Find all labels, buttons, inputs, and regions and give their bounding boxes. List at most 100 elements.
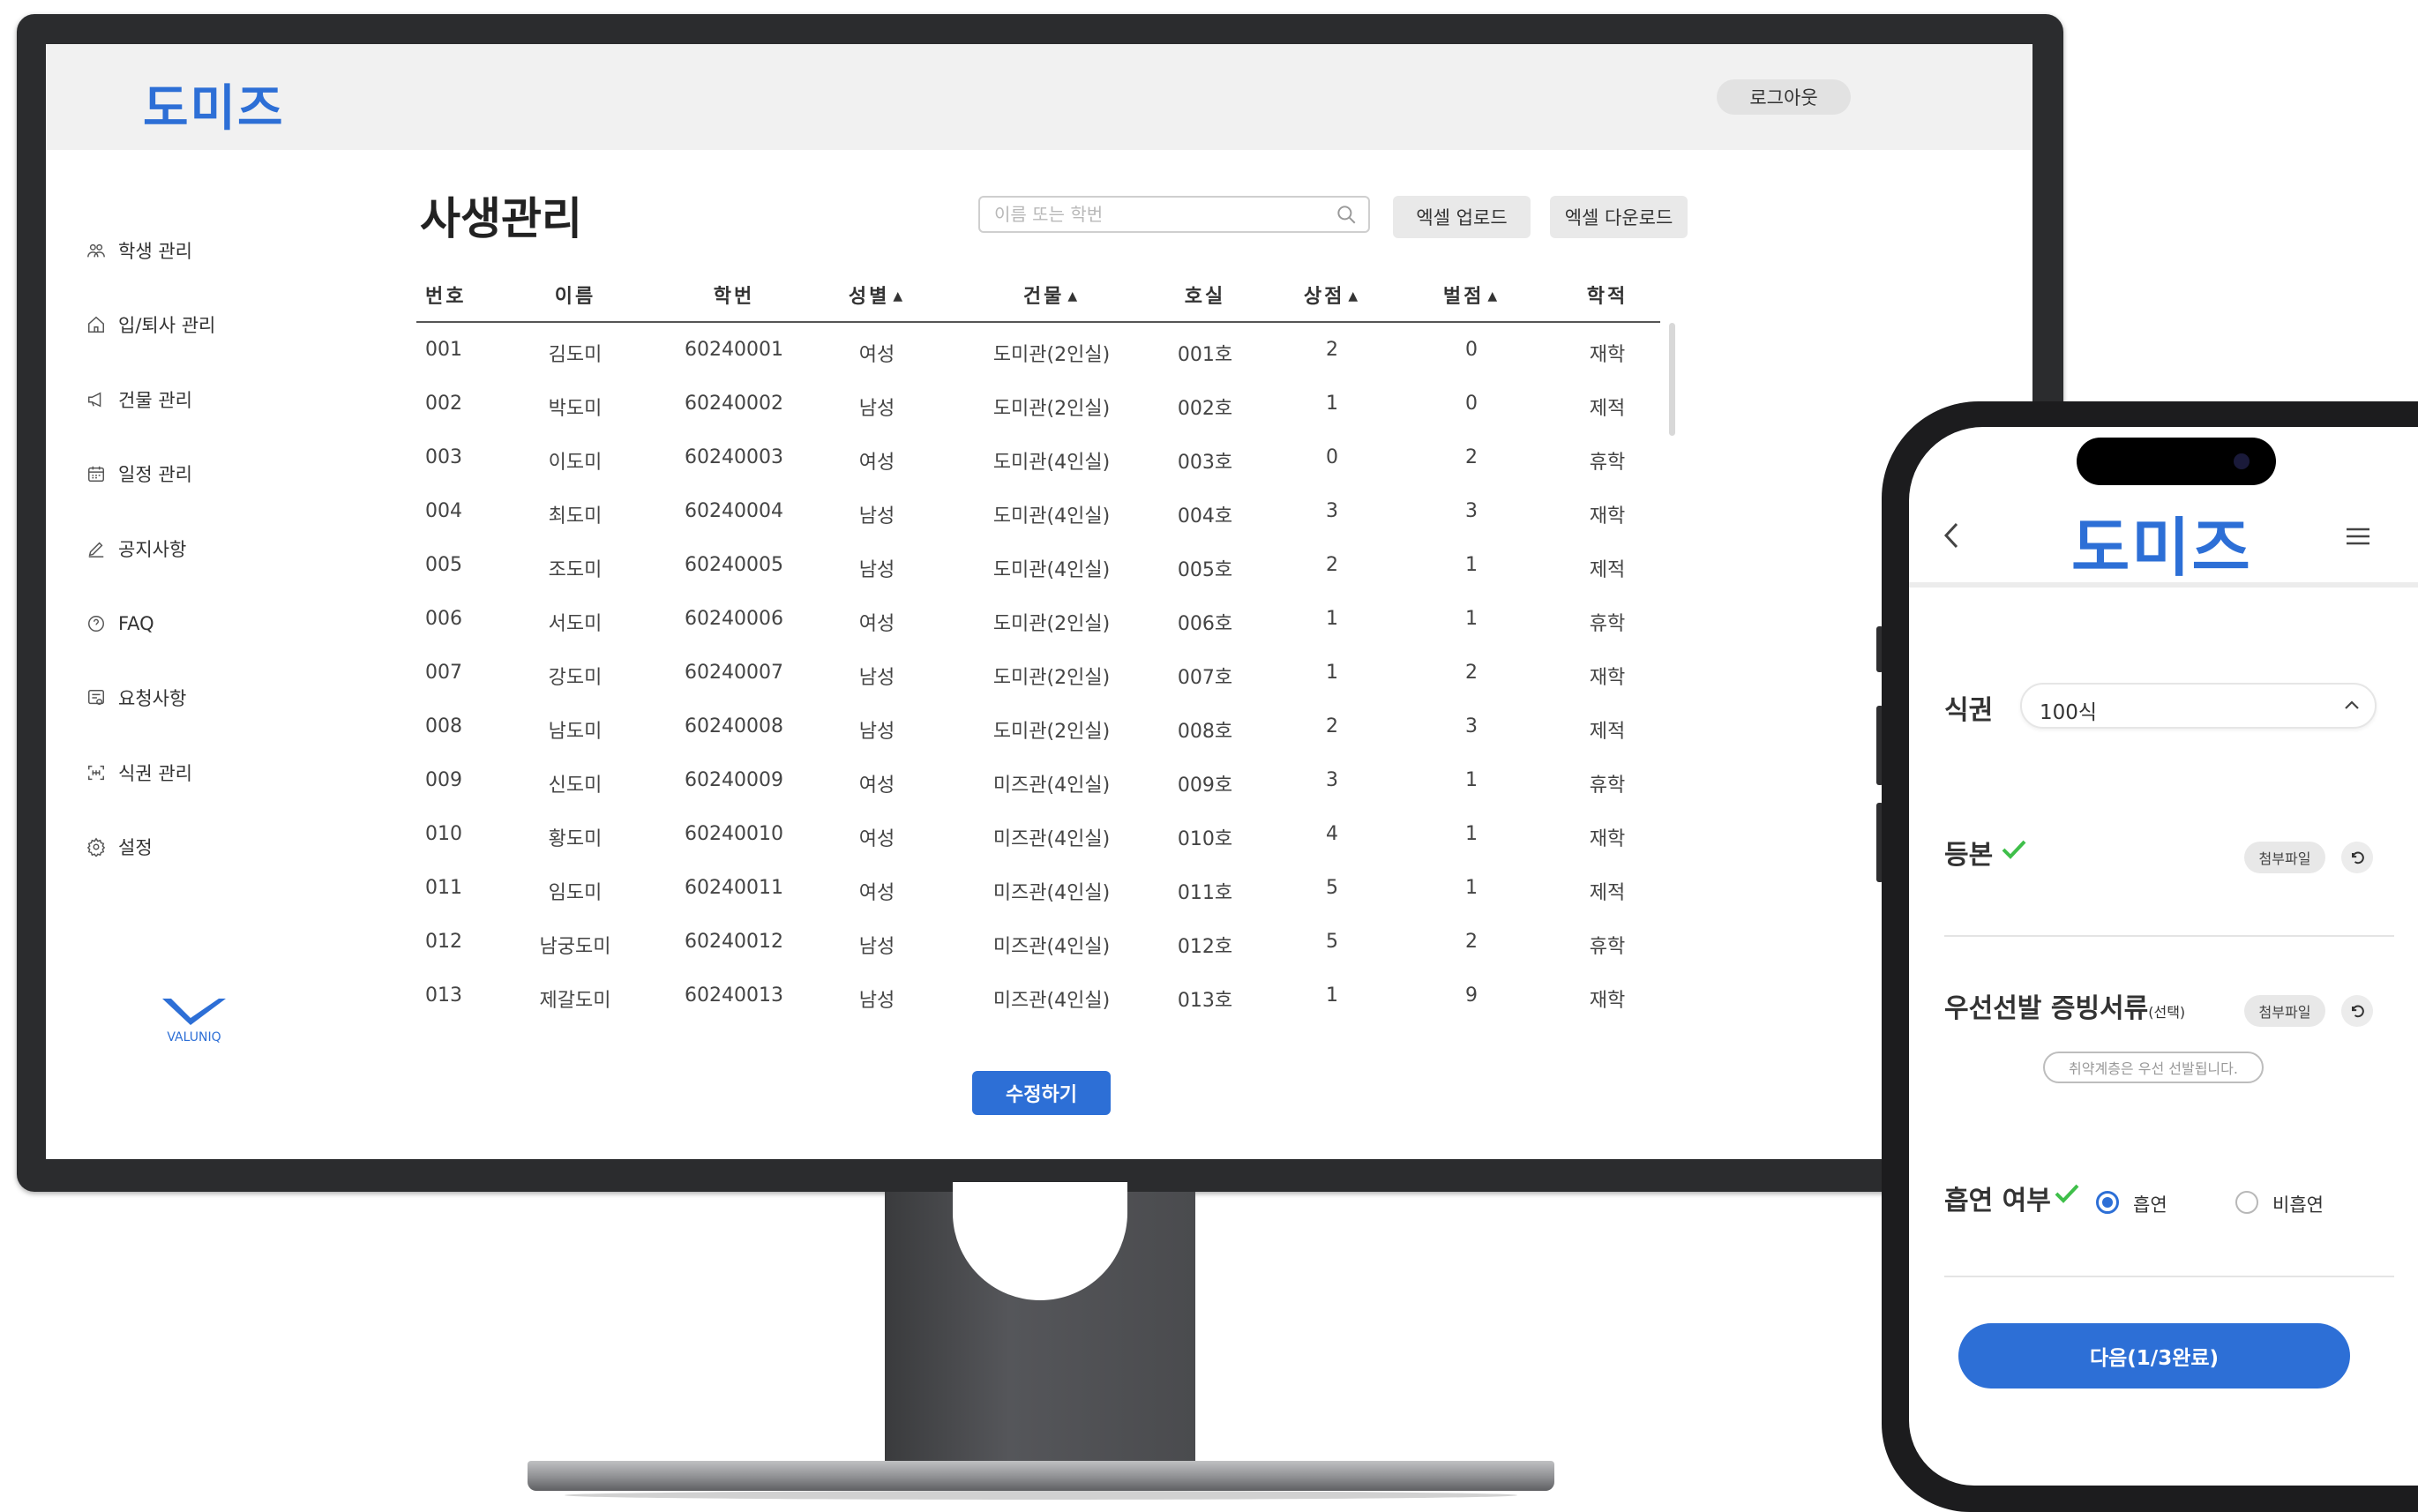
sidebar-item-settings[interactable]: 설정 bbox=[86, 829, 153, 865]
table-row[interactable]: 005 조도미 60240005 남성 도미관(4인실) 005호 2 1 제적 bbox=[416, 538, 1660, 592]
next-button[interactable]: 다음(1/3완료) bbox=[1958, 1323, 2350, 1388]
column-header-label: 상점 bbox=[1303, 286, 1345, 308]
cell-merit: 2 bbox=[1326, 715, 1338, 737]
priority-docs-reset-button[interactable] bbox=[2341, 995, 2373, 1027]
table-row[interactable]: 002 박도미 60240002 남성 도미관(2인실) 002호 1 0 제적 bbox=[416, 377, 1660, 430]
column-header-label: 건물 bbox=[1022, 286, 1065, 308]
sidebar-item-notice[interactable]: 공지사항 bbox=[86, 531, 186, 566]
cell-name: 강도미 bbox=[548, 667, 603, 689]
sidebar-item-faq[interactable]: FAQ bbox=[86, 606, 154, 641]
sidebar-item-label: 건물 관리 bbox=[118, 390, 192, 411]
cell-room: 009호 bbox=[1177, 775, 1233, 797]
table-row[interactable]: 010 황도미 60240010 여성 미즈관(4인실) 010호 4 1 재학 bbox=[416, 807, 1660, 861]
sidebar-item-label: FAQ bbox=[118, 613, 154, 634]
smoker-radio-label[interactable]: 흡연 bbox=[2133, 1191, 2167, 1217]
table-row[interactable]: 013 제갈도미 60240013 남성 미즈관(4인실) 013호 1 9 재학 bbox=[416, 969, 1660, 1022]
sidebar-item-building[interactable]: 건물 관리 bbox=[86, 382, 192, 417]
cell-building: 도미관(2인실) bbox=[992, 667, 1111, 689]
cell-building: 미즈관(4인실) bbox=[992, 990, 1111, 1012]
table-row[interactable]: 008 남도미 60240008 남성 도미관(2인실) 008호 2 3 제적 bbox=[416, 700, 1660, 753]
sidebar-item-requests[interactable]: 요청사항 bbox=[86, 680, 186, 715]
nonsmoker-radio-label[interactable]: 비흡연 bbox=[2272, 1191, 2324, 1217]
cell-status: 재학 bbox=[1589, 828, 1626, 850]
sidebar-item-meal-ticket[interactable]: 식권 관리 bbox=[86, 755, 192, 790]
column-header-label: 이름 bbox=[554, 286, 596, 308]
sidebar-item-schedule[interactable]: 일정 관리 bbox=[86, 456, 192, 491]
cell-no: 012 bbox=[425, 931, 462, 953]
cell-gender: 남성 bbox=[858, 505, 895, 528]
cell-no: 013 bbox=[425, 984, 462, 1007]
optional-tag: (선택) bbox=[2148, 1004, 2186, 1021]
sort-up-icon[interactable]: ▲ bbox=[893, 289, 905, 303]
cell-merit: 1 bbox=[1326, 608, 1338, 630]
cell-room: 012호 bbox=[1177, 936, 1233, 958]
cell-status: 재학 bbox=[1589, 505, 1626, 528]
cell-name: 최도미 bbox=[548, 505, 603, 528]
column-header-gender[interactable]: 성별 ▲ bbox=[849, 281, 905, 309]
cell-building: 미즈관(4인실) bbox=[992, 775, 1111, 797]
sidebar-item-label: 입/퇴사 관리 bbox=[118, 315, 216, 336]
cell-gender: 남성 bbox=[858, 559, 895, 581]
excel-upload-button[interactable]: 엑셀 업로드 bbox=[1393, 196, 1531, 238]
table-row[interactable]: 001 김도미 60240001 여성 도미관(2인실) 001호 2 0 재학 bbox=[416, 323, 1660, 377]
certificate-attach-button[interactable]: 첨부파일 bbox=[2244, 842, 2325, 873]
cell-merit: 5 bbox=[1326, 931, 1338, 953]
search-input[interactable] bbox=[992, 203, 1335, 226]
cell-room: 006호 bbox=[1177, 613, 1233, 635]
sidebar-item-checkin[interactable]: 입/퇴사 관리 bbox=[86, 307, 215, 342]
cell-room: 005호 bbox=[1177, 559, 1233, 581]
table-row[interactable]: 003 이도미 60240003 여성 도미관(4인실) 003호 0 2 휴학 bbox=[416, 430, 1660, 484]
meal-ticket-value: 100식 bbox=[2040, 701, 2098, 724]
column-header-building[interactable]: 건물 ▲ bbox=[1023, 281, 1080, 309]
column-header-demerit[interactable]: 벌점 ▲ bbox=[1443, 281, 1500, 309]
back-arrow-icon[interactable] bbox=[1941, 519, 1962, 552]
cell-status: 휴학 bbox=[1589, 613, 1626, 635]
table-row[interactable]: 004 최도미 60240004 남성 도미관(4인실) 004호 3 3 재학 bbox=[416, 484, 1660, 538]
undo-icon bbox=[2352, 851, 2364, 865]
cell-demerit: 0 bbox=[1465, 339, 1478, 361]
web-logo[interactable]: 도미즈 bbox=[143, 69, 285, 140]
table-row[interactable]: 007 강도미 60240007 남성 도미관(2인실) 007호 1 2 재학 bbox=[416, 646, 1660, 700]
monitor-shadow bbox=[565, 1491, 1517, 1500]
cell-student-id: 60240010 bbox=[685, 823, 783, 845]
table-row[interactable]: 012 남궁도미 60240012 남성 미즈관(4인실) 012호 5 2 휴학 bbox=[416, 915, 1660, 969]
smoker-radio[interactable] bbox=[2096, 1191, 2119, 1214]
cell-gender: 남성 bbox=[858, 936, 895, 958]
sort-up-icon[interactable]: ▲ bbox=[1067, 289, 1080, 303]
meal-ticket-select[interactable]: 100식 bbox=[2020, 683, 2377, 729]
logout-button[interactable]: 로그아웃 bbox=[1717, 79, 1851, 115]
cell-merit: 2 bbox=[1326, 339, 1338, 361]
cell-gender: 여성 bbox=[858, 828, 895, 850]
sort-up-icon[interactable]: ▲ bbox=[1348, 289, 1360, 303]
cell-name: 김도미 bbox=[548, 344, 603, 366]
column-header-label: 성별 bbox=[848, 286, 890, 308]
cell-status: 제적 bbox=[1589, 398, 1626, 420]
check-icon bbox=[2055, 1184, 2079, 1203]
edit-button[interactable]: 수정하기 bbox=[972, 1071, 1111, 1115]
table-row[interactable]: 011 임도미 60240011 여성 미즈관(4인실) 011호 5 1 제적 bbox=[416, 861, 1660, 915]
nonsmoker-radio[interactable] bbox=[2235, 1191, 2258, 1214]
column-header-label: 학적 bbox=[1586, 286, 1628, 308]
cell-merit: 0 bbox=[1326, 446, 1338, 468]
excel-download-button[interactable]: 엑셀 다운로드 bbox=[1550, 196, 1688, 238]
table-row[interactable]: 009 신도미 60240009 여성 미즈관(4인실) 009호 3 1 휴학 bbox=[416, 753, 1660, 807]
sidebar-item-label: 식권 관리 bbox=[118, 763, 192, 784]
cell-building: 도미관(4인실) bbox=[992, 559, 1111, 581]
column-header-merit[interactable]: 상점 ▲ bbox=[1304, 281, 1360, 309]
table-row[interactable]: 006 서도미 60240006 여성 도미관(2인실) 006호 1 1 휴학 bbox=[416, 592, 1660, 646]
cell-building: 도미관(2인실) bbox=[992, 613, 1111, 635]
sort-up-icon[interactable]: ▲ bbox=[1487, 289, 1500, 303]
search-icon[interactable] bbox=[1335, 203, 1358, 226]
cell-name: 남궁도미 bbox=[539, 936, 611, 958]
cell-status: 재학 bbox=[1589, 990, 1626, 1012]
cell-demerit: 2 bbox=[1465, 662, 1478, 684]
table-scrollbar[interactable] bbox=[1669, 323, 1675, 436]
sidebar-item-students[interactable]: 학생 관리 bbox=[86, 233, 192, 268]
search-box[interactable] bbox=[978, 196, 1370, 233]
header-divider bbox=[1909, 582, 2418, 588]
hamburger-menu-icon[interactable] bbox=[2345, 526, 2371, 547]
priority-docs-attach-button[interactable]: 첨부파일 bbox=[2244, 995, 2325, 1027]
certificate-reset-button[interactable] bbox=[2341, 842, 2373, 873]
mobile-logo[interactable]: 도미즈 bbox=[2071, 496, 2252, 588]
cell-merit: 3 bbox=[1326, 769, 1338, 791]
